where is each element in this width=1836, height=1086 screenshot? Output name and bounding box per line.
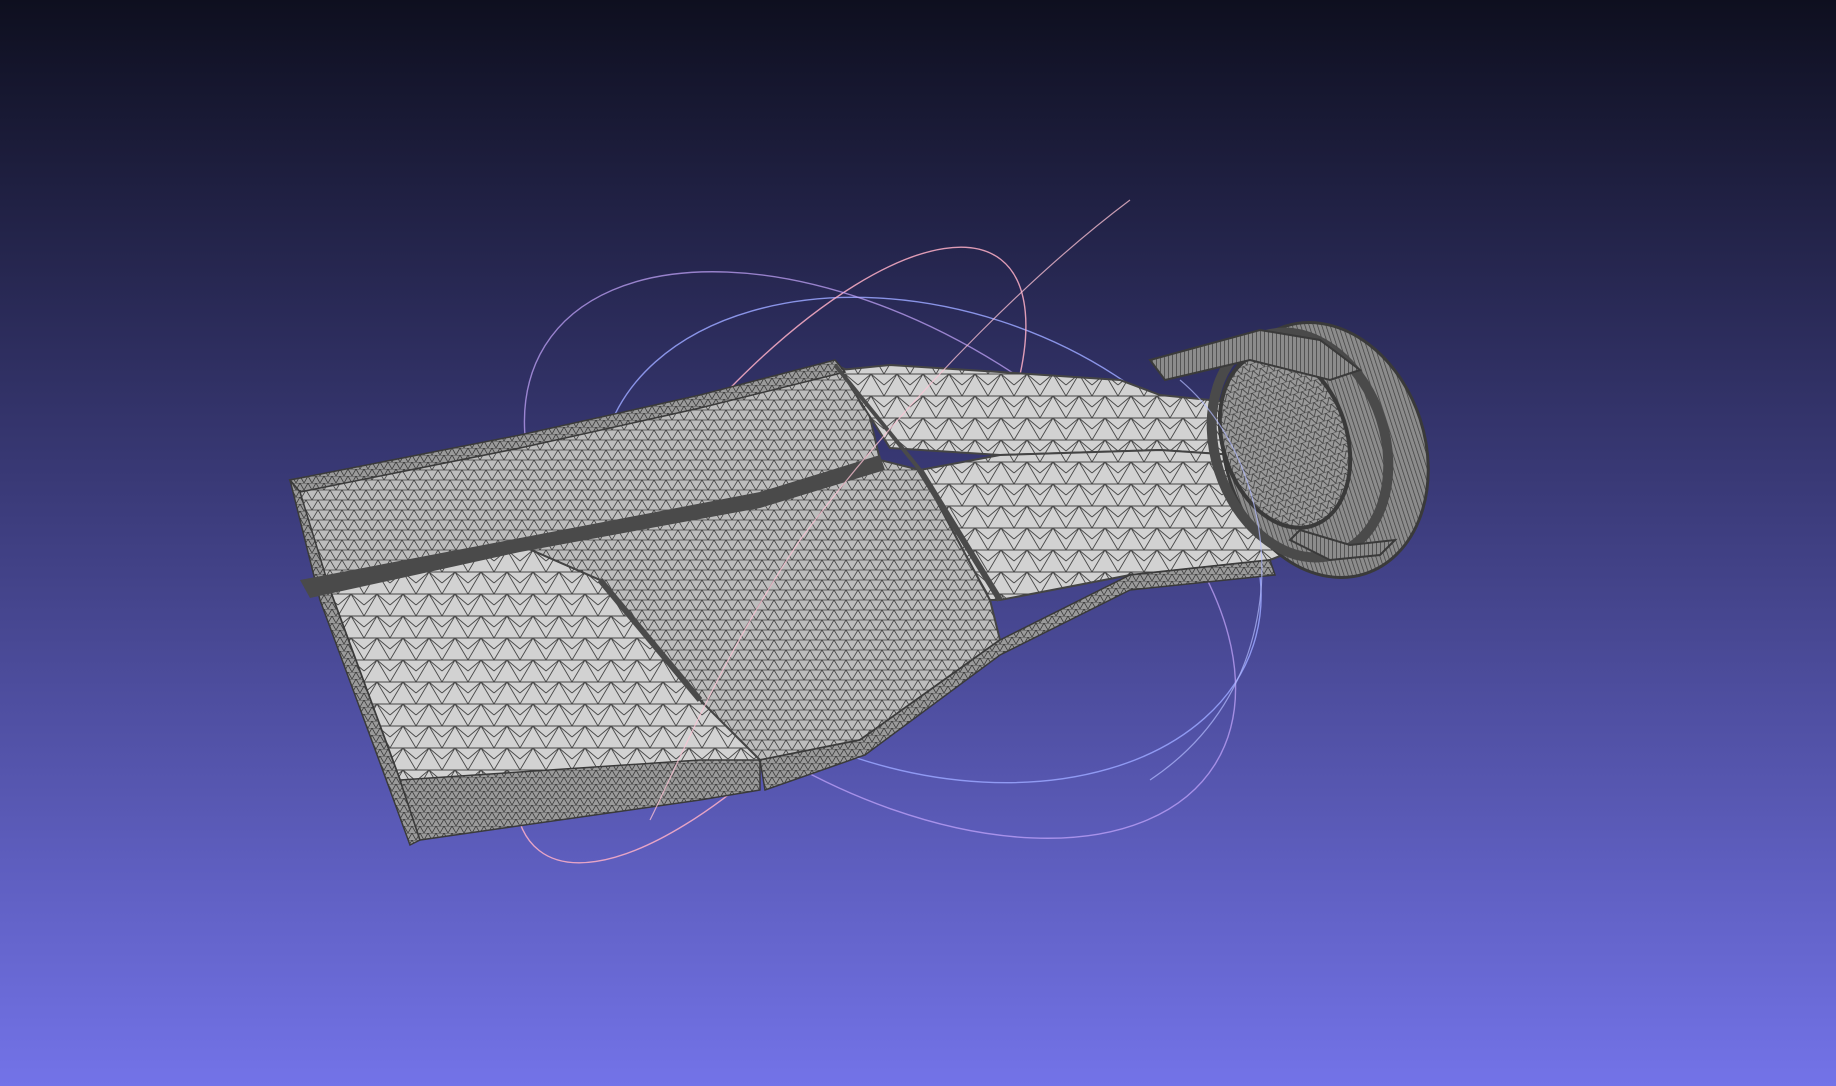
3d-viewport[interactable]	[0, 0, 1836, 1086]
mesh-render-canvas[interactable]	[0, 0, 1836, 1086]
